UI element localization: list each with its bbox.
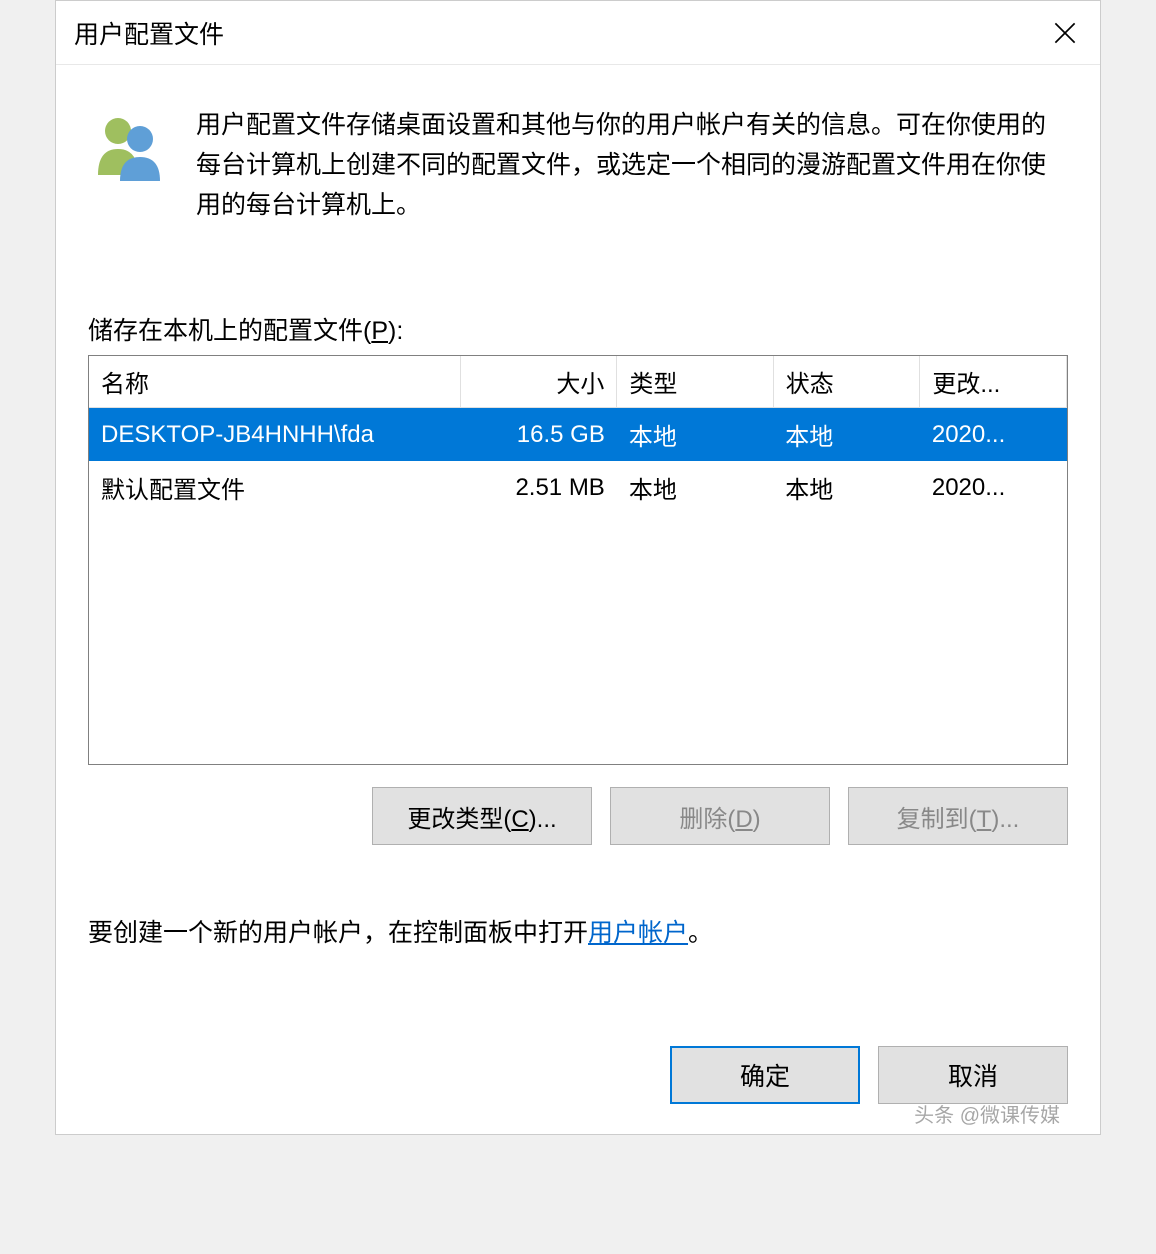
cell-name: 默认配置文件 [89,461,460,514]
cell-type: 本地 [617,408,773,462]
description-text: 用户配置文件存储桌面设置和其他与你的用户帐户有关的信息。可在你使用的每台计算机上… [196,105,1068,225]
table-label: 储存在本机上的配置文件(P): [88,311,1068,347]
users-icon [92,109,168,225]
ok-button[interactable]: 确定 [670,1046,860,1104]
table-header-modified[interactable]: 更改... [920,356,1067,408]
delete-button: 删除(D) [610,787,830,845]
cell-size: 2.51 MB [460,461,616,514]
window-title: 用户配置文件 [74,15,224,51]
cell-modified: 2020... [920,408,1067,462]
table-header-status[interactable]: 状态 [773,356,920,408]
cell-name: DESKTOP-JB4HNHH\fda [89,408,460,462]
table-header-name[interactable]: 名称 [89,356,460,408]
change-type-button[interactable]: 更改类型(C)... [372,787,592,845]
user-accounts-link[interactable]: 用户帐户 [588,919,688,947]
dialog-buttons-row: 确定 取消 [56,1026,1100,1134]
cell-type: 本地 [617,461,773,514]
dialog-content: 用户配置文件存储桌面设置和其他与你的用户帐户有关的信息。可在你使用的每台计算机上… [56,65,1100,1026]
close-button[interactable] [1030,1,1100,65]
table-row[interactable]: DESKTOP-JB4HNHH\fda 16.5 GB 本地 本地 2020..… [89,408,1067,462]
table-header-type[interactable]: 类型 [617,356,773,408]
action-buttons-row: 更改类型(C)... 删除(D) 复制到(T)... [88,787,1068,845]
cell-status: 本地 [773,461,920,514]
titlebar: 用户配置文件 [56,1,1100,65]
copy-to-button: 复制到(T)... [848,787,1068,845]
cancel-button[interactable]: 取消 [878,1046,1068,1104]
table-row[interactable]: 默认配置文件 2.51 MB 本地 本地 2020... [89,461,1067,514]
profiles-table[interactable]: 名称 大小 类型 状态 更改... DESKTOP-JB4HNHH\fda 16… [89,356,1067,514]
cell-modified: 2020... [920,461,1067,514]
cell-status: 本地 [773,408,920,462]
table-header-size[interactable]: 大小 [460,356,616,408]
profiles-table-container: 名称 大小 类型 状态 更改... DESKTOP-JB4HNHH\fda 16… [88,355,1068,765]
user-profiles-dialog: 用户配置文件 用户配置文件存储桌面设置和其他与你的用户帐户有关的信息。可在你使用… [55,0,1101,1135]
close-icon [1054,22,1076,44]
create-account-note: 要创建一个新的用户帐户，在控制面板中打开用户帐户。 [88,913,1068,949]
cell-size: 16.5 GB [460,408,616,462]
